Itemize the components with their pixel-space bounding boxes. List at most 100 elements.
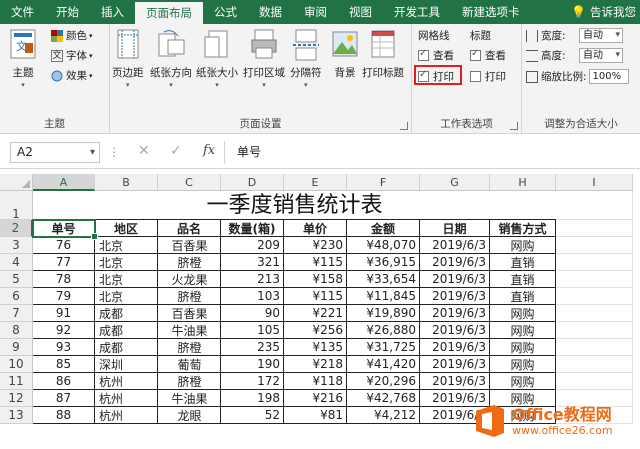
table-cell[interactable]: ¥158 [284, 271, 347, 288]
ribbon-tab[interactable]: 审阅 [293, 0, 338, 24]
column-header[interactable]: A [33, 174, 95, 191]
dialog-launcher-icon[interactable] [510, 122, 518, 130]
column-header[interactable]: G [420, 174, 490, 191]
table-cell[interactable]: ¥31,725 [347, 339, 420, 356]
background-button[interactable]: 背景 [330, 28, 360, 80]
row-header[interactable]: 8 [0, 322, 33, 339]
table-cell[interactable]: 成都 [95, 305, 158, 322]
headings-view-checkbox[interactable]: 查看 [470, 48, 506, 63]
table-cell[interactable]: 杭州 [95, 373, 158, 390]
table-cell[interactable]: ¥218 [284, 356, 347, 373]
table-cell[interactable]: 直销 [490, 254, 556, 271]
row-header[interactable]: 12 [0, 390, 33, 407]
effects-button[interactable]: 效果 ▾ [51, 68, 93, 83]
grid-cell[interactable] [556, 322, 633, 339]
row-header[interactable]: 7 [0, 305, 33, 322]
table-cell[interactable]: 网购 [490, 305, 556, 322]
table-cell[interactable]: 2019/6/3 [420, 339, 490, 356]
row-header[interactable]: 3 [0, 237, 33, 254]
table-cell[interactable]: 52 [221, 407, 284, 424]
table-cell[interactable]: 网购 [490, 237, 556, 254]
row-header[interactable]: 1 [0, 191, 33, 221]
ribbon-tab[interactable]: 插入 [90, 0, 135, 24]
table-cell[interactable]: ¥4,212 [347, 407, 420, 424]
table-cell[interactable]: 北京 [95, 237, 158, 254]
row-header[interactable]: 4 [0, 254, 33, 271]
table-cell[interactable]: 直销 [490, 271, 556, 288]
table-cell[interactable]: ¥135 [284, 339, 347, 356]
grid-cell[interactable] [556, 191, 633, 220]
fonts-button[interactable]: 文 字体 ▾ [51, 48, 93, 63]
table-cell[interactable]: 网购 [490, 322, 556, 339]
table-cell[interactable]: 86 [33, 373, 95, 390]
table-cell[interactable]: ¥256 [284, 322, 347, 339]
column-header[interactable]: H [490, 174, 556, 191]
select-all-corner[interactable] [0, 174, 33, 191]
grid-cell[interactable] [556, 220, 633, 237]
row-header[interactable]: 6 [0, 288, 33, 305]
size-button[interactable]: 纸张大小 ▾ [196, 28, 238, 89]
table-cell[interactable]: 87 [33, 390, 95, 407]
row-header[interactable]: 9 [0, 339, 33, 356]
ribbon-tab[interactable]: 视图 [338, 0, 383, 24]
ribbon-tab[interactable]: 公式 [203, 0, 248, 24]
grid-cell[interactable] [556, 254, 633, 271]
dialog-launcher-icon[interactable] [400, 122, 408, 130]
ribbon-tab[interactable]: 开发工具 [383, 0, 451, 24]
table-cell[interactable]: 葡萄 [158, 356, 221, 373]
print-area-button[interactable]: 打印区域 ▾ [243, 28, 285, 89]
tell-me-search[interactable]: 💡 告诉我您 [560, 0, 640, 24]
table-header-cell[interactable]: 单价 [284, 220, 347, 237]
table-cell[interactable]: 85 [33, 356, 95, 373]
ribbon-tab[interactable]: 数据 [248, 0, 293, 24]
table-cell[interactable]: ¥216 [284, 390, 347, 407]
grid-cell[interactable] [556, 339, 633, 356]
table-cell[interactable]: 杭州 [95, 390, 158, 407]
table-cell[interactable]: 2019/6/3 [420, 356, 490, 373]
table-cell[interactable]: 321 [221, 254, 284, 271]
table-cell[interactable]: 北京 [95, 288, 158, 305]
table-cell[interactable]: 杭州 [95, 407, 158, 424]
table-cell[interactable]: 脐橙 [158, 373, 221, 390]
table-cell[interactable]: 2019/6/3 [420, 322, 490, 339]
table-cell[interactable]: 百香果 [158, 305, 221, 322]
colors-button[interactable]: 颜色 ▾ [51, 28, 93, 43]
table-cell[interactable]: ¥20,296 [347, 373, 420, 390]
table-header-cell[interactable]: 单号 [33, 220, 95, 237]
table-cell[interactable]: 209 [221, 237, 284, 254]
headings-print-checkbox[interactable]: 打印 [470, 69, 506, 84]
table-cell[interactable]: 235 [221, 339, 284, 356]
table-header-cell[interactable]: 日期 [420, 220, 490, 237]
table-cell[interactable]: 88 [33, 407, 95, 424]
column-header[interactable]: I [556, 174, 633, 191]
table-cell[interactable]: 103 [221, 288, 284, 305]
grid-cell[interactable] [556, 305, 633, 322]
table-cell[interactable]: 北京 [95, 271, 158, 288]
gridlines-view-checkbox[interactable]: 查看 [418, 48, 454, 63]
table-cell[interactable]: 91 [33, 305, 95, 322]
table-cell[interactable]: ¥48,070 [347, 237, 420, 254]
table-cell[interactable]: ¥41,420 [347, 356, 420, 373]
table-cell[interactable]: 2019/6/3 [420, 271, 490, 288]
table-cell[interactable]: 2019/6/3 [420, 373, 490, 390]
table-cell[interactable]: 79 [33, 288, 95, 305]
margins-button[interactable]: 页边距 ▾ [112, 28, 144, 89]
grid-cell[interactable] [556, 237, 633, 254]
table-cell[interactable]: ¥81 [284, 407, 347, 424]
table-cell[interactable]: 172 [221, 373, 284, 390]
table-cell[interactable]: 脐橙 [158, 254, 221, 271]
table-cell[interactable]: 213 [221, 271, 284, 288]
table-cell[interactable]: 76 [33, 237, 95, 254]
table-cell[interactable]: 深圳 [95, 356, 158, 373]
table-header-cell[interactable]: 金额 [347, 220, 420, 237]
table-cell[interactable]: 2019/6/3 [420, 237, 490, 254]
enter-icon[interactable]: ✓ [170, 143, 182, 159]
table-cell[interactable]: 百香果 [158, 237, 221, 254]
table-cell[interactable]: 78 [33, 271, 95, 288]
table-header-cell[interactable]: 地区 [95, 220, 158, 237]
ribbon-tab[interactable]: 开始 [45, 0, 90, 24]
table-cell[interactable]: 牛油果 [158, 322, 221, 339]
table-cell[interactable]: ¥26,880 [347, 322, 420, 339]
table-cell[interactable]: 脐橙 [158, 339, 221, 356]
row-header[interactable]: 5 [0, 271, 33, 288]
